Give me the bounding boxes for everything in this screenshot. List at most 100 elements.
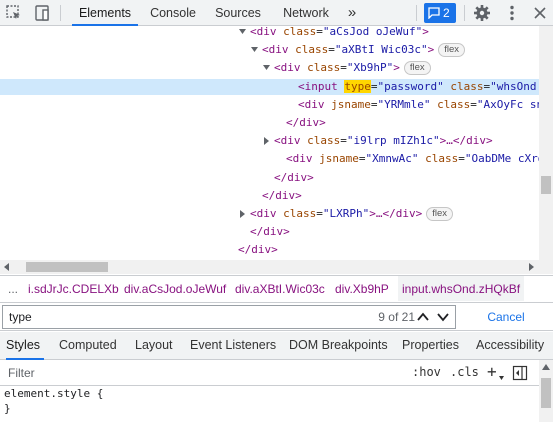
- element-style-rule-close: }: [4, 402, 11, 415]
- chevron-up-icon[interactable]: [416, 311, 430, 323]
- toolbar-separator: [464, 5, 465, 21]
- tab-dom-breakpoints[interactable]: DOM Breakpoints: [289, 332, 388, 360]
- tab-sources[interactable]: Sources: [208, 0, 268, 26]
- scroll-right-icon[interactable]: [527, 263, 535, 271]
- scrollbar-corner: [539, 260, 553, 274]
- issues-button[interactable]: 2: [424, 3, 456, 23]
- dom-node[interactable]: <div class="LXRPh">…</div> flex: [0, 206, 539, 222]
- tab-network[interactable]: Network: [276, 0, 336, 26]
- dom-node-markup: </div>: [262, 188, 302, 204]
- attribute-value: "LXRPh": [322, 207, 370, 220]
- dom-node-markup: </div>: [286, 115, 326, 131]
- dom-node[interactable]: </div>: [0, 224, 539, 240]
- expand-triangle-right-icon[interactable]: [263, 133, 271, 149]
- search-bar: type 9 of 21 Cancel: [0, 302, 553, 331]
- close-icon[interactable]: [530, 3, 550, 23]
- tab-console[interactable]: Console: [144, 0, 202, 26]
- tree-vertical-scrollbar[interactable]: [539, 26, 553, 260]
- tab-styles[interactable]: Styles: [6, 332, 44, 360]
- attribute-name: class: [450, 79, 484, 93]
- dom-node[interactable]: <div class="i9lrp mIZh1c">…</div>: [0, 133, 539, 149]
- attribute-value: "AxOyFc snBy: [476, 97, 539, 111]
- new-rule-button[interactable]: +: [487, 362, 497, 381]
- attribute-name: class: [307, 61, 341, 75]
- attribute-equals: =: [316, 26, 323, 38]
- attribute-value: "Xb9hP": [346, 61, 394, 75]
- breadcrumb-item[interactable]: div.Xb9hP: [335, 276, 389, 301]
- dom-node-markup: <div class="LXRPh">…</div> flex: [250, 206, 454, 222]
- breadcrumb-item[interactable]: div.aXBtI.Wic03c: [235, 276, 325, 301]
- flex-badge[interactable]: flex: [403, 61, 431, 76]
- tag-close: >: [393, 61, 400, 75]
- dom-node-selected[interactable]: <input type="password" class="whsOnd zH: [0, 78, 539, 95]
- breadcrumb-item[interactable]: div.aCsJod.oJeWuf: [124, 276, 226, 301]
- element-style-rule[interactable]: element.style {: [4, 387, 103, 400]
- dom-node[interactable]: </div>: [0, 115, 539, 131]
- tag-name: <div: [250, 26, 284, 38]
- breadcrumb-item[interactable]: i.sdJrJc.CDELXb: [28, 276, 119, 301]
- attribute-name: class: [425, 152, 459, 166]
- scroll-up-icon[interactable]: [542, 364, 550, 370]
- expand-triangle-down-icon[interactable]: [239, 26, 247, 40]
- tab-layout[interactable]: Layout: [135, 332, 173, 360]
- toggle-sidebar-icon[interactable]: [512, 365, 528, 381]
- flex-badge[interactable]: flex: [426, 207, 454, 221]
- tab-properties[interactable]: Properties: [402, 332, 459, 360]
- dom-node-markup: <div jsname="XmnwAc" class="OabDMe cXrdq: [286, 151, 539, 167]
- dom-node[interactable]: <div class="aCsJod oJeWuf">: [0, 26, 539, 40]
- scrollbar-thumb[interactable]: [541, 378, 551, 408]
- attribute-equals: =: [328, 43, 335, 57]
- tag-close: >: [427, 43, 435, 57]
- attribute-name: class: [307, 134, 341, 148]
- chevron-down-icon[interactable]: [436, 311, 450, 323]
- dropdown-icon: [499, 376, 504, 380]
- inspect-icon[interactable]: [4, 3, 24, 23]
- breadcrumb-item-selected[interactable]: input.whsOnd.zHQkBf: [398, 276, 525, 301]
- device-toggle-icon[interactable]: [32, 3, 52, 23]
- dom-node[interactable]: </div>: [0, 170, 539, 186]
- expand-triangle-down-icon[interactable]: [251, 42, 259, 58]
- tab-accessibility[interactable]: Accessibility: [476, 332, 544, 360]
- class-toggle-button[interactable]: .cls: [450, 365, 479, 379]
- attribute-equals: =: [340, 61, 347, 75]
- tag-name: <div: [274, 134, 308, 148]
- dom-node[interactable]: <div class="aXBtI Wic03c"> flex: [0, 42, 539, 58]
- attribute-name: class: [437, 97, 471, 111]
- more-tabs-button[interactable]: »: [342, 0, 362, 26]
- breadcrumb: ... i.sdJrJc.CDELXb div.aCsJod.oJeWuf di…: [0, 275, 553, 301]
- gear-icon[interactable]: [472, 3, 492, 23]
- attribute-equals: =: [370, 97, 378, 111]
- tab-elements[interactable]: Elements: [72, 0, 138, 26]
- dom-node[interactable]: </div>: [0, 188, 539, 204]
- attribute-equals: =: [470, 97, 477, 111]
- attribute-value: "aCsJod oJeWuf": [322, 26, 423, 38]
- tab-computed[interactable]: Computed: [59, 332, 117, 360]
- dom-node[interactable]: </div>: [0, 242, 539, 258]
- tag-name: <div: [286, 152, 320, 166]
- flex-badge[interactable]: flex: [438, 43, 466, 58]
- attribute-name: class: [295, 43, 329, 57]
- cancel-button[interactable]: Cancel: [470, 307, 542, 327]
- styles-filter-row: Filter :hov .cls +: [0, 360, 539, 386]
- filter-input[interactable]: Filter: [8, 366, 35, 380]
- elements-tree[interactable]: <div class="aCsJod oJeWuf"> <div class="a…: [0, 26, 539, 260]
- dom-node[interactable]: <div class="Xb9hP"> flex: [0, 60, 539, 76]
- scroll-left-icon[interactable]: [3, 263, 11, 271]
- hover-state-button[interactable]: :hov: [412, 365, 441, 379]
- tree-horizontal-scrollbar[interactable]: [0, 260, 539, 274]
- breadcrumb-ellipsis[interactable]: ...: [8, 276, 18, 301]
- scrollbar-thumb[interactable]: [541, 176, 551, 194]
- more-icon[interactable]: [502, 3, 522, 23]
- attribute-equals: =: [316, 207, 323, 220]
- expand-triangle-right-icon[interactable]: [239, 206, 247, 222]
- dom-node[interactable]: <div jsname="YRMmle" class="AxOyFc snBy: [0, 97, 539, 113]
- attribute-value: "OabDMe cXrdq: [464, 152, 539, 166]
- tab-event-listeners[interactable]: Event Listeners: [190, 332, 276, 360]
- styles-vertical-scrollbar[interactable]: [539, 360, 553, 422]
- dom-node[interactable]: <div jsname="XmnwAc" class="OabDMe cXrdq: [0, 151, 539, 167]
- search-input[interactable]: type 9 of 21: [2, 305, 456, 329]
- expand-triangle-down-icon[interactable]: [263, 60, 271, 76]
- scrollbar-thumb[interactable]: [26, 262, 108, 272]
- attribute-equals: =: [458, 152, 465, 166]
- tag-close: >…</div>: [439, 134, 493, 148]
